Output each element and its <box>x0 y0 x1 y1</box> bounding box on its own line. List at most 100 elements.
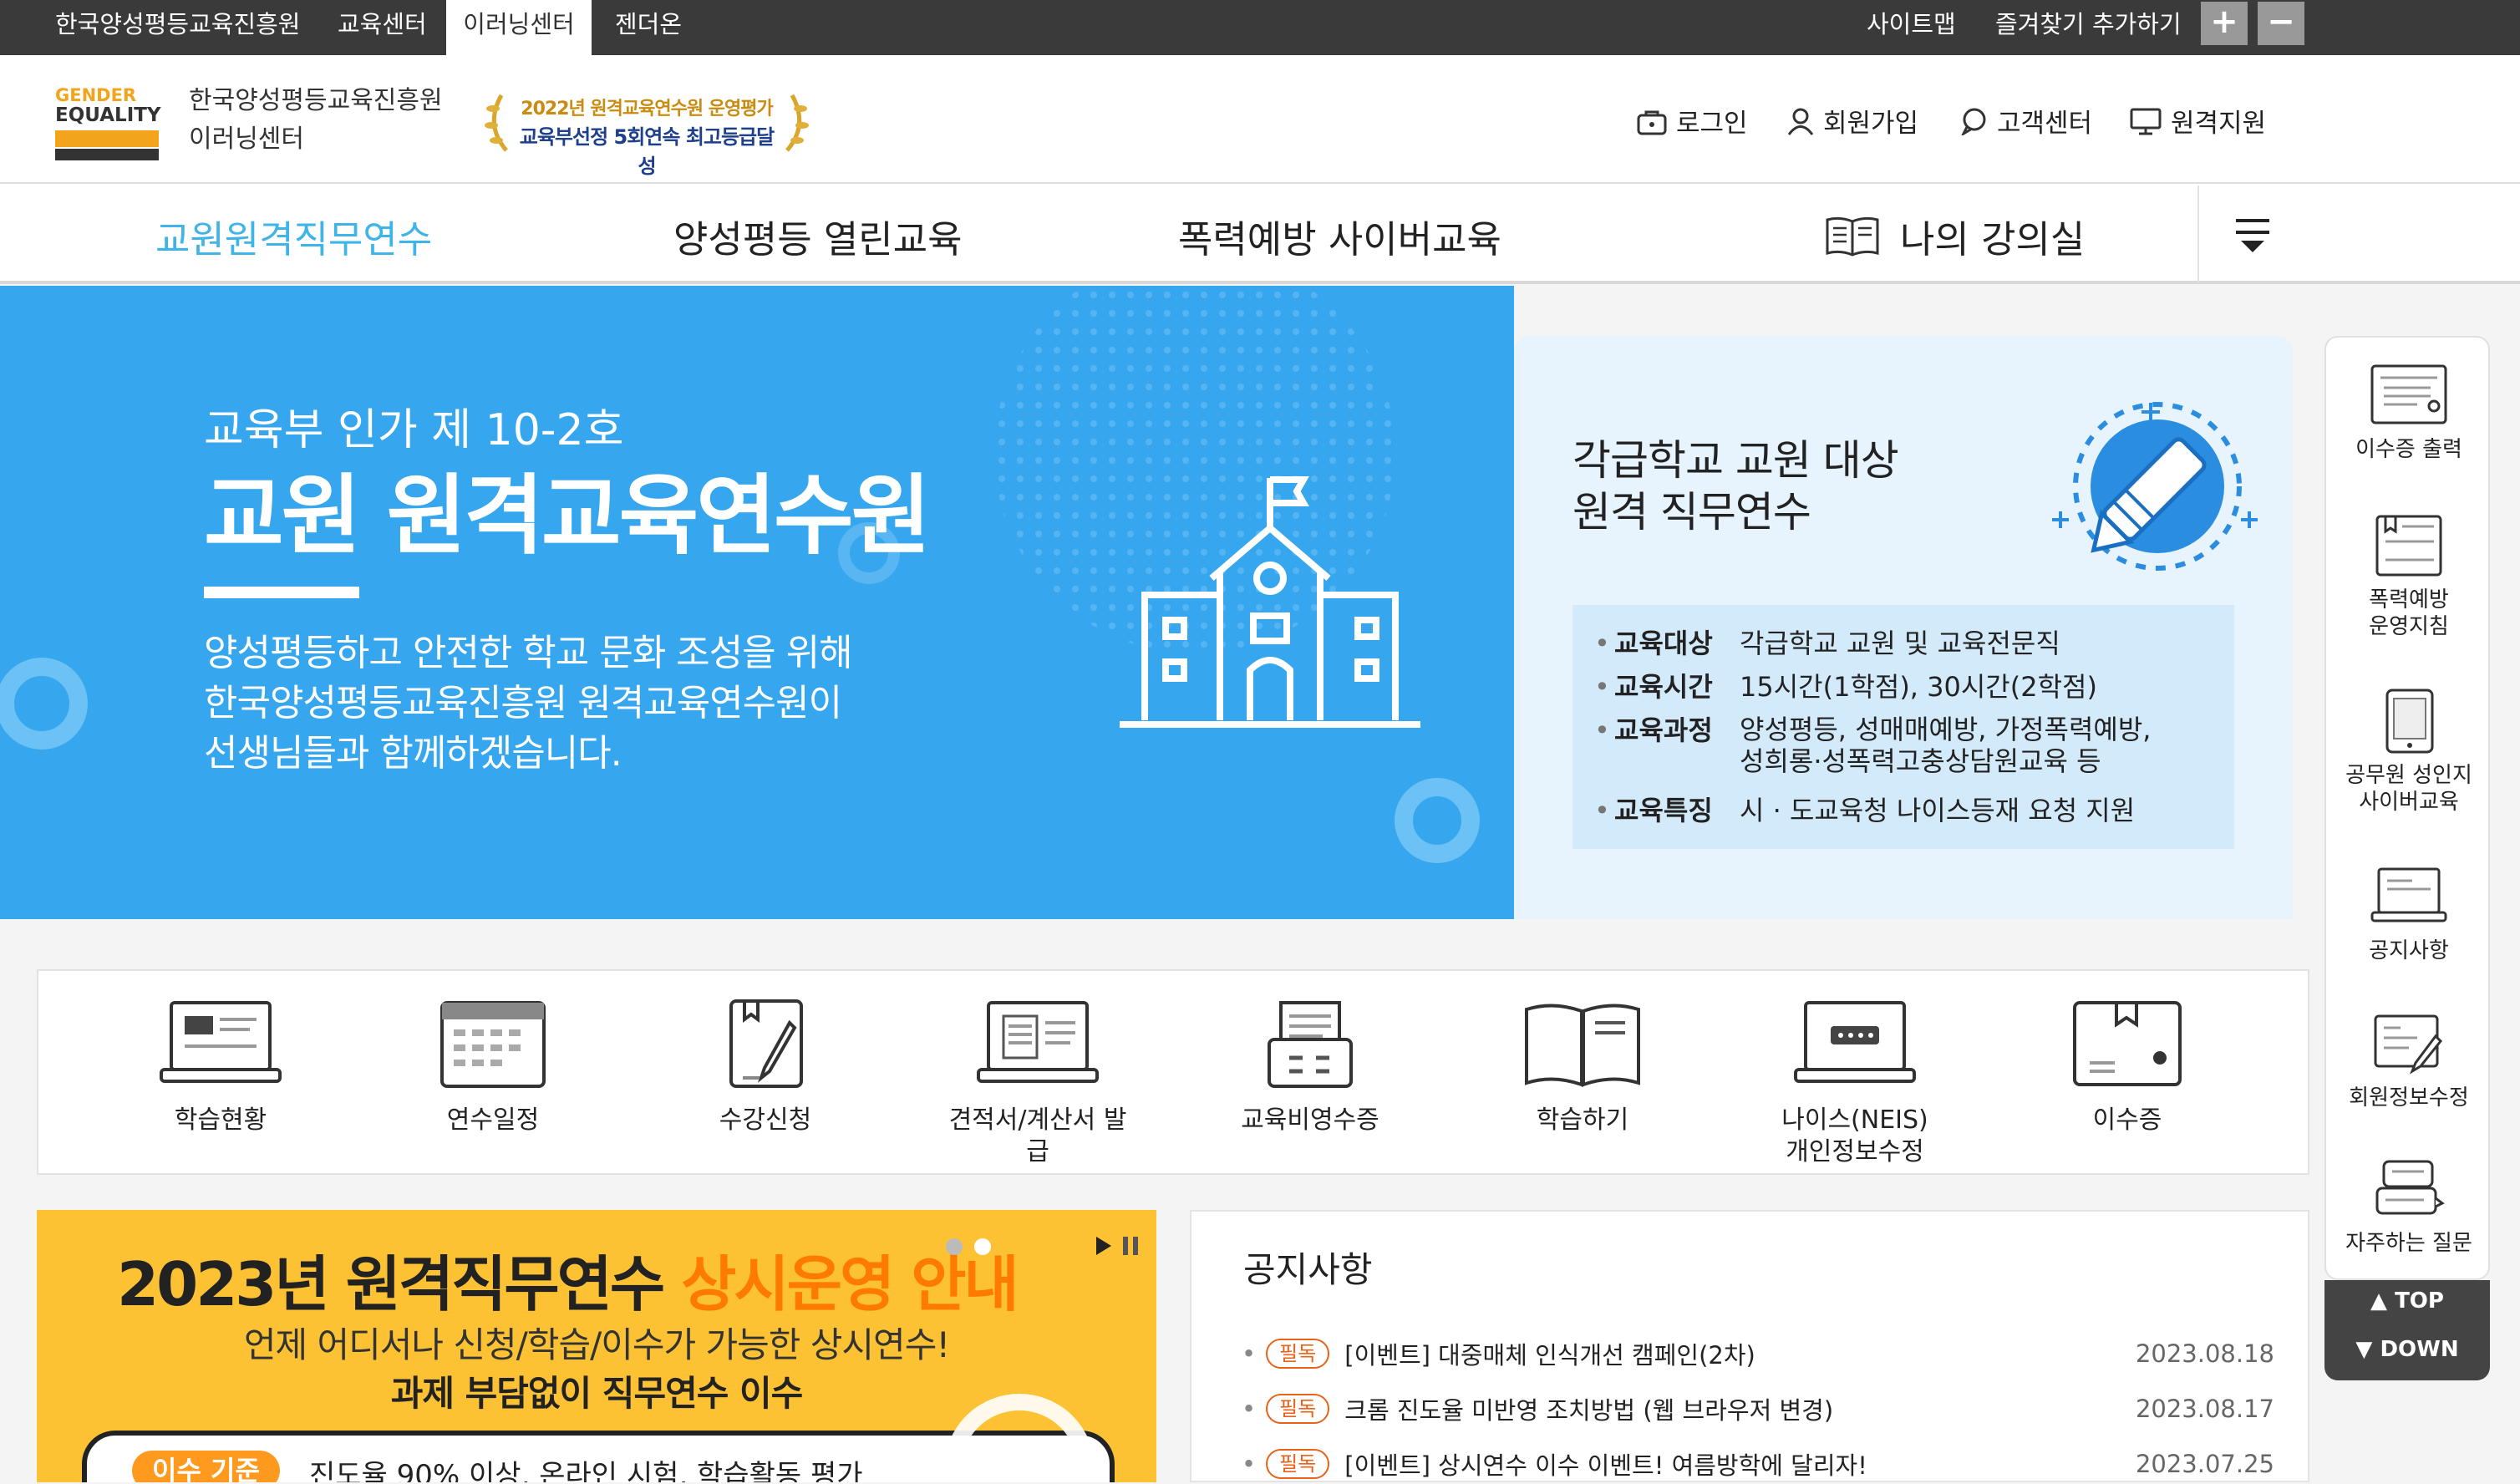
org-subtitle: 이러닝센터 <box>189 125 304 154</box>
top-link-kigepe[interactable]: 한국양성평등교육진흥원 <box>55 0 300 55</box>
nav-open-education[interactable]: 양성평등 열린교육 <box>673 209 963 263</box>
login-label: 로그인 <box>1676 109 1748 139</box>
notice-badge: 필독 <box>1266 1449 1330 1479</box>
scroll-down-button[interactable]: ▼ DOWN <box>2324 1337 2490 1362</box>
info-hours-key: 교육시간 <box>1614 671 1713 703</box>
hero-banner: 교육부 인가 제 10-2호 교원 원격교육연수원 양성평등하고 안전한 학교 … <box>0 286 1514 919</box>
notice-text: 크롬 진도율 미반영 조치방법 (웹 브라우저 변경) <box>1344 1396 1834 1425</box>
side-notice[interactable]: 공지사항 <box>2326 864 2492 964</box>
top-link-elearning-center[interactable]: 이러닝센터 <box>446 0 592 55</box>
side-faq-label: 자주하는 질문 <box>2345 1231 2472 1256</box>
info-curriculum-line-2: 성희롱·성폭력고충상담원교육 등 <box>1740 745 2101 777</box>
receipt-icon <box>1268 1001 1353 1088</box>
login-link[interactable]: 로그인 <box>1636 102 1748 140</box>
notice-row[interactable]: • 필독 [이벤트] 대중매체 인식개선 캠페인(2차) 2023.08.18 <box>1242 1334 2294 1374</box>
banner-criteria-text: 진도율 90% 이상, 온라인 시험, 학습활동 평가 <box>309 1459 863 1482</box>
banner-line-1: 언제 어디서나 신청/학습/이수가 가능한 상시연수! <box>243 1324 950 1365</box>
notice-text: [이벤트] 대중매체 인식개선 캠페인(2차) <box>1344 1341 1755 1370</box>
logo-bar-dark <box>55 149 159 160</box>
side-violence-guideline-label: 폭력예방 운영지침 <box>2326 587 2492 640</box>
hero-desc-line-2: 한국양성평등교육진흥원 원격교육연수원이 <box>204 682 842 724</box>
sitemap-link[interactable]: 사이트맵 <box>1867 0 1956 55</box>
side-violence-guideline[interactable]: 폭력예방 운영지침 <box>2326 513 2492 640</box>
quick-quote-invoice[interactable]: 견적서/계산서 발급 <box>946 998 1130 1168</box>
notice-bullet: • <box>1242 1395 1257 1423</box>
quick-neis-info[interactable]: 나이스(NEIS) 개인정보수정 <box>1763 998 1947 1168</box>
quick-learning-status[interactable]: 학습현황 <box>129 998 312 1136</box>
quick-study[interactable]: 학습하기 <box>1491 998 1674 1136</box>
customer-center-label: 고객센터 <box>1997 109 2093 139</box>
remote-support-link[interactable]: 원격지원 <box>2129 102 2266 140</box>
logo-word-equality: EQUALITY <box>55 104 161 126</box>
magnifier-icon <box>944 1394 1095 1482</box>
notice-laptop-icon <box>2370 867 2447 922</box>
info-curriculum-key: 교육과정 <box>1614 714 1713 746</box>
logo-bar-orange <box>55 130 159 147</box>
user-icon <box>1787 108 1814 135</box>
side-violence-guideline-line-1: 폭력예방 <box>2369 587 2449 612</box>
pencil-badge-icon <box>2052 402 2258 571</box>
menu-toggle-icon <box>2236 219 2269 252</box>
logo-word-gender: GENDER <box>55 85 137 105</box>
side-certificate-print[interactable]: 이수증 출력 <box>2326 363 2492 463</box>
top-link-education-center[interactable]: 교육센터 <box>338 0 427 55</box>
bookmark-link[interactable]: 즐겨찾기 추가하기 <box>1995 0 2182 55</box>
quick-training-schedule[interactable]: 연수일정 <box>401 998 585 1136</box>
slide-dots[interactable] <box>939 1235 1006 1260</box>
info-target-key: 교육대상 <box>1614 628 1713 659</box>
slide-play-pause-icon[interactable] <box>1090 1233 1148 1258</box>
promo-banner[interactable]: 2023년 원격직무연수 상시운영 안내 언제 어디서나 신청/학습/이수가 가… <box>37 1210 1156 1482</box>
nav-my-classroom[interactable]: 나의 강의실 <box>1825 209 2085 263</box>
nav-teacher-training[interactable]: 교원원격직무연수 <box>155 209 432 263</box>
zoom-in-button[interactable]: + <box>2201 2 2248 45</box>
customer-center-link[interactable]: 고객센터 <box>1960 102 2092 140</box>
quick-tuition-receipt[interactable]: 교육비영수증 <box>1218 998 1402 1136</box>
monitor-icon <box>2130 108 2162 135</box>
pen-note-icon <box>729 999 803 1088</box>
certificate-box-icon <box>2073 1001 2182 1086</box>
quick-certificate-label: 이수증 <box>2092 1105 2162 1135</box>
monitor-icon <box>160 1001 282 1083</box>
receipt-laptop-icon <box>977 1001 1099 1083</box>
award-badge: 2022년 원격교육연수원 운영평가 교육부선정 5회연속 최고등급달성 <box>481 84 812 178</box>
gender-equality-logo[interactable]: GENDER EQUALITY <box>55 85 161 160</box>
notice-date: 2023.08.17 <box>2135 1395 2274 1423</box>
nav-violence-prevention[interactable]: 폭력예방 사이버교육 <box>1178 209 1501 263</box>
side-civil-servant-course[interactable]: 공무원 성인지 사이버교육 <box>2326 689 2492 816</box>
notice-text: [이벤트] 상시연수 이수 이벤트! 여름방학에 달리자! <box>1344 1451 1867 1480</box>
signup-link[interactable]: 회원가입 <box>1786 102 1918 140</box>
calendar-icon <box>440 1001 546 1088</box>
login-lock-icon <box>1637 110 1667 135</box>
chat-bubble-icon <box>1961 108 1986 135</box>
info-hours: • 교육시간 15시간(1학점), 30시간(2학점) <box>1594 671 2097 703</box>
side-notice-label: 공지사항 <box>2369 938 2449 963</box>
course-info-list: • 교육대상 각급학교 교원 및 교육전문직 • 교육시간 15시간(1학점),… <box>1572 605 2234 849</box>
hero-desc-line-1: 양성평등하고 안전한 학교 문화 조성을 위해 <box>204 632 853 674</box>
side-member-info[interactable]: 회원정보수정 <box>2326 1011 2492 1111</box>
notice-row[interactable]: • 필독 [이벤트] 상시연수 이수 이벤트! 여름방학에 달리자! 2023.… <box>1242 1444 2294 1484</box>
all-menu-button[interactable] <box>2197 186 2303 282</box>
award-line-2: 교육부선정 5회연속 최고등급달성 <box>519 125 775 178</box>
side-faq[interactable]: 자주하는 질문 <box>2326 1156 2492 1257</box>
top-link-genderon[interactable]: 젠더온 <box>615 0 682 55</box>
notice-badge: 필독 <box>1266 1394 1330 1424</box>
tablet-icon <box>2385 689 2434 754</box>
member-edit-icon <box>2374 1014 2443 1075</box>
quick-course-registration-label: 수강신청 <box>719 1105 812 1135</box>
course-info-card: 각급학교 교원 대상 원격 직무연수 • 교육대상 각급학교 교원 및 교육전문… <box>1514 336 2293 919</box>
hero-description: 양성평등하고 안전한 학교 문화 조성을 위해 한국양성평등교육진흥원 원격교육… <box>204 628 853 779</box>
notice-row[interactable]: • 필독 크롬 진도율 미반영 조치방법 (웹 브라우저 변경) 2023.08… <box>1242 1389 2294 1429</box>
info-curriculum-value: 양성평등, 성매매예방, 가정폭력예방, 성희롱·성폭력고충상담원교육 등 <box>1740 714 2151 777</box>
banner-title: 2023년 원격직무연수 상시운영 안내 <box>117 1235 1019 1323</box>
card-title-line-2: 원격 직무연수 <box>1572 488 1811 536</box>
scroll-top-button[interactable]: ▲ TOP <box>2324 1288 2490 1314</box>
org-name: 한국양성평등교육진흥원 <box>189 86 443 115</box>
info-target-value: 각급학교 교원 및 교육전문직 <box>1740 628 2060 659</box>
open-book-icon <box>1826 216 1879 257</box>
info-hours-value: 15시간(1학점), 30시간(2학점) <box>1740 671 2097 703</box>
notice-badge: 필독 <box>1266 1339 1330 1369</box>
quick-certificate[interactable]: 이수증 <box>2035 998 2219 1136</box>
banner-title-part-1: 2023년 원격직무연수 <box>117 1249 682 1319</box>
zoom-out-button[interactable]: − <box>2258 2 2304 45</box>
quick-course-registration[interactable]: 수강신청 <box>673 998 857 1136</box>
